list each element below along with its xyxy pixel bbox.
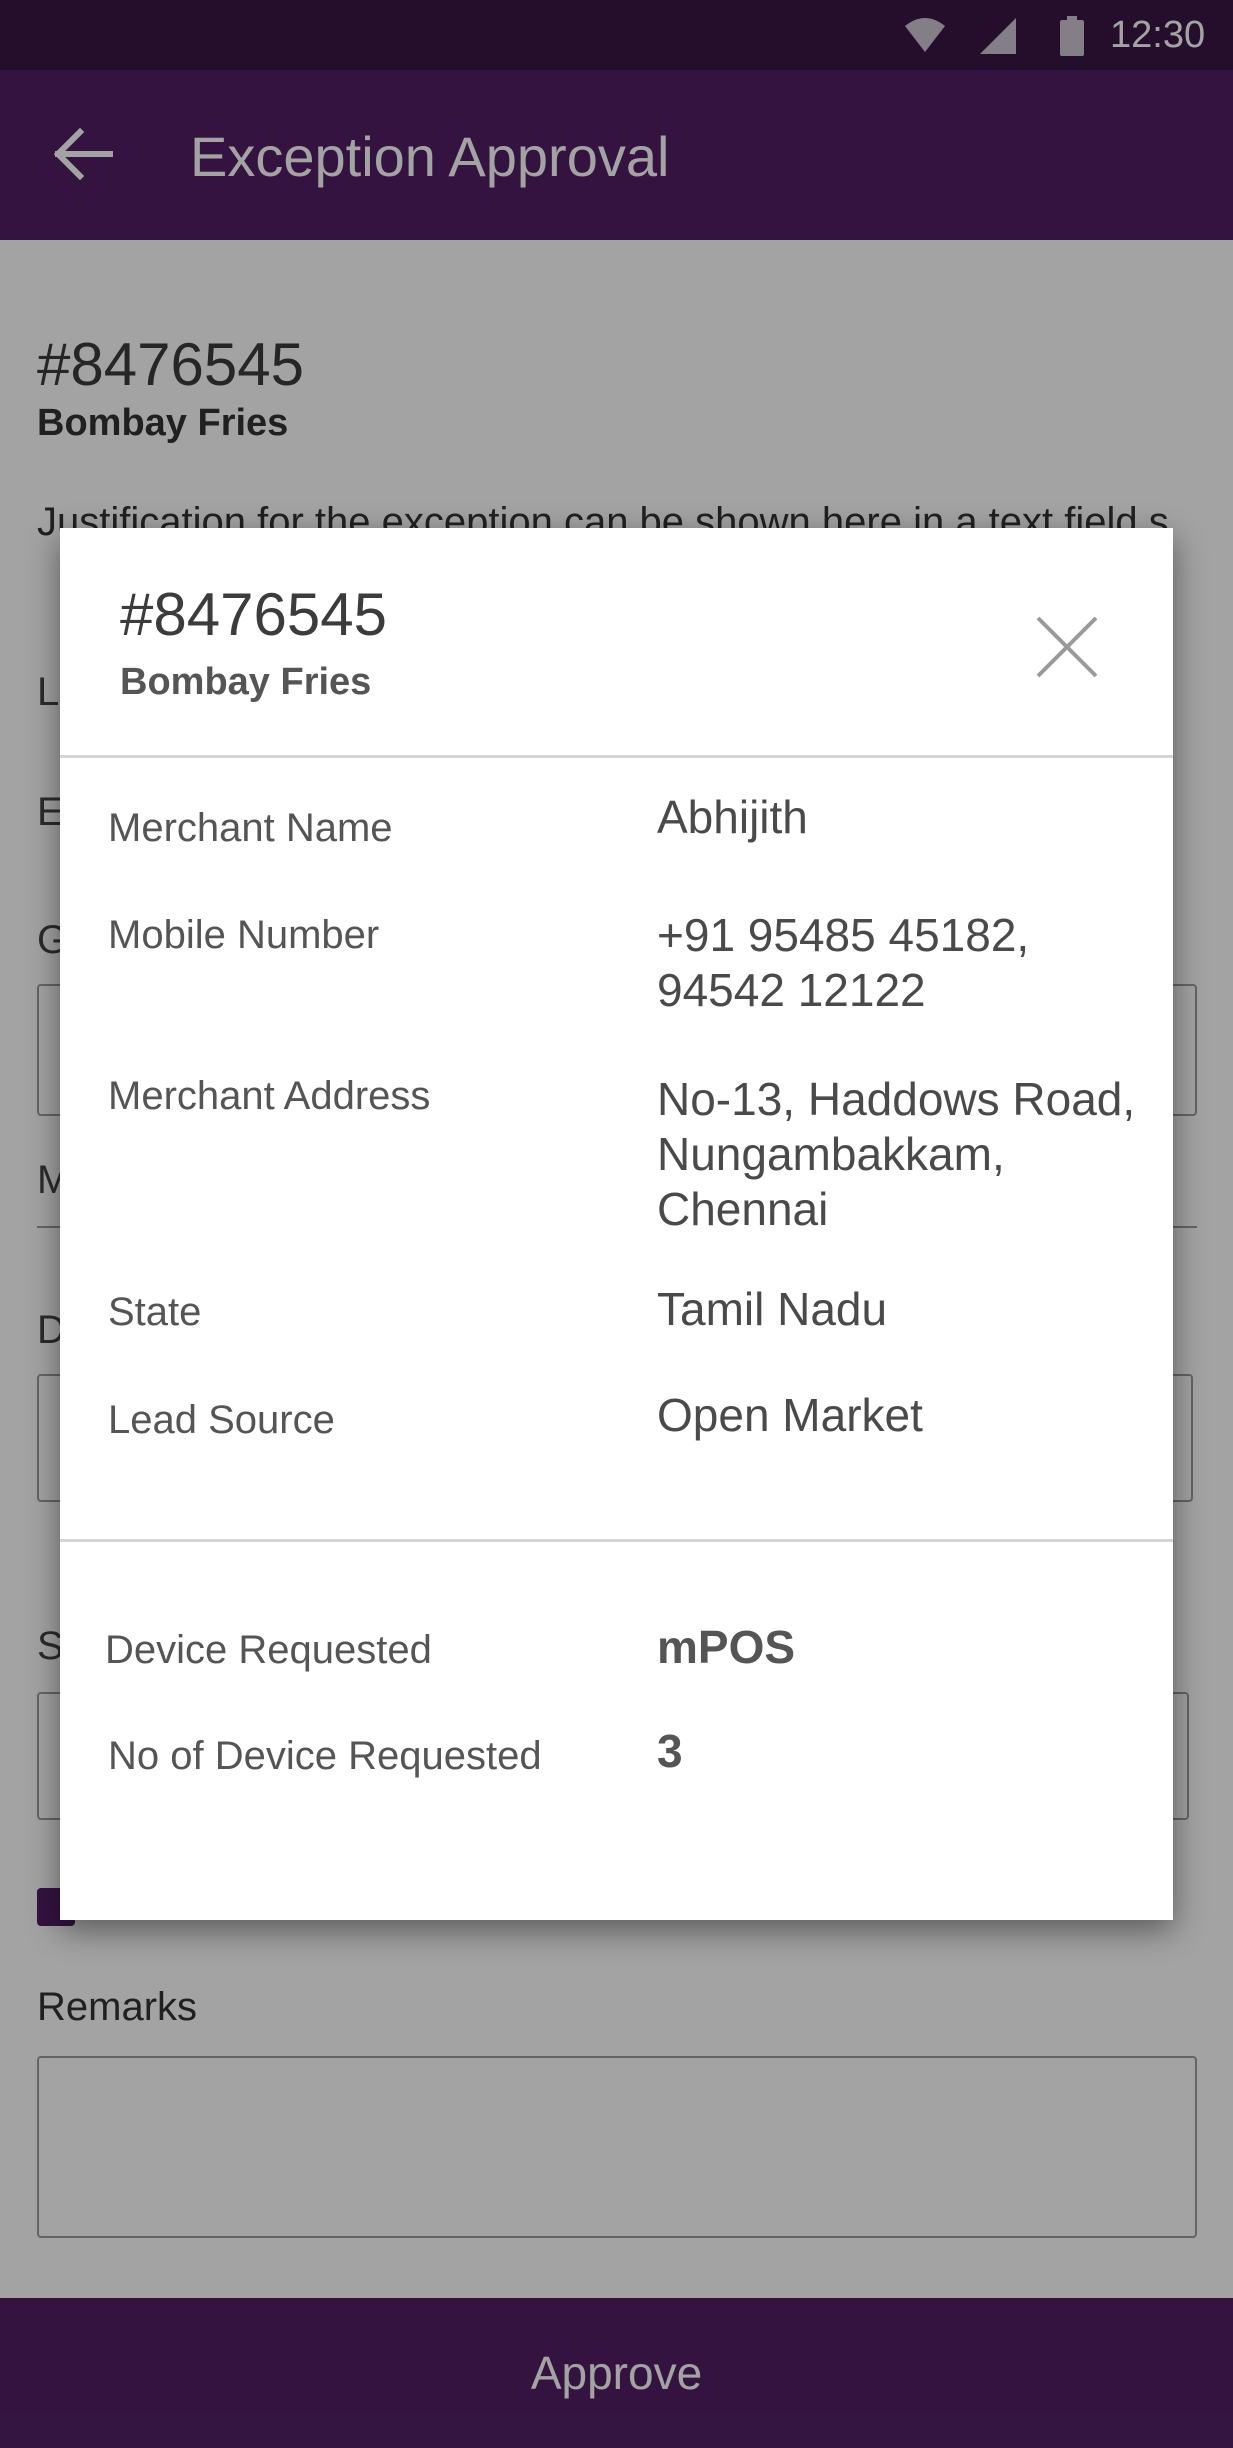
detail-value: Abhijith bbox=[657, 791, 808, 843]
detail-value: Open Market bbox=[657, 1389, 923, 1441]
detail-value: No-13, Haddows Road, Nungambakkam, Chenn… bbox=[657, 1073, 1136, 1235]
detail-value: Tamil Nadu bbox=[657, 1283, 888, 1335]
merchant-details-dialog: #8476545 Bombay Fries Merchant Name Abhi… bbox=[60, 528, 1173, 1920]
device-count-value: 3 bbox=[657, 1725, 683, 1777]
detail-label: Lead Source bbox=[108, 1398, 335, 1442]
screen: 12:30 Exception Approval #8476545 Bombay… bbox=[0, 0, 1233, 2448]
detail-label: State bbox=[108, 1290, 202, 1334]
detail-label: Merchant Address bbox=[108, 1074, 431, 1118]
device-label: Device Requested bbox=[105, 1628, 432, 1672]
detail-value: +91 95485 45182, 94542 12122 bbox=[657, 909, 1030, 1016]
detail-label: Merchant Name bbox=[108, 806, 393, 850]
device-count-label: No of Device Requested bbox=[108, 1734, 542, 1778]
device-value: mPOS bbox=[657, 1621, 796, 1673]
dialog-order-id: #8476545 bbox=[120, 581, 387, 648]
dialog-divider bbox=[60, 755, 1173, 758]
detail-label: Mobile Number bbox=[108, 913, 380, 957]
close-icon[interactable] bbox=[1032, 612, 1102, 682]
dialog-merchant-name: Bombay Fries bbox=[120, 661, 372, 703]
dialog-divider bbox=[60, 1539, 1173, 1542]
